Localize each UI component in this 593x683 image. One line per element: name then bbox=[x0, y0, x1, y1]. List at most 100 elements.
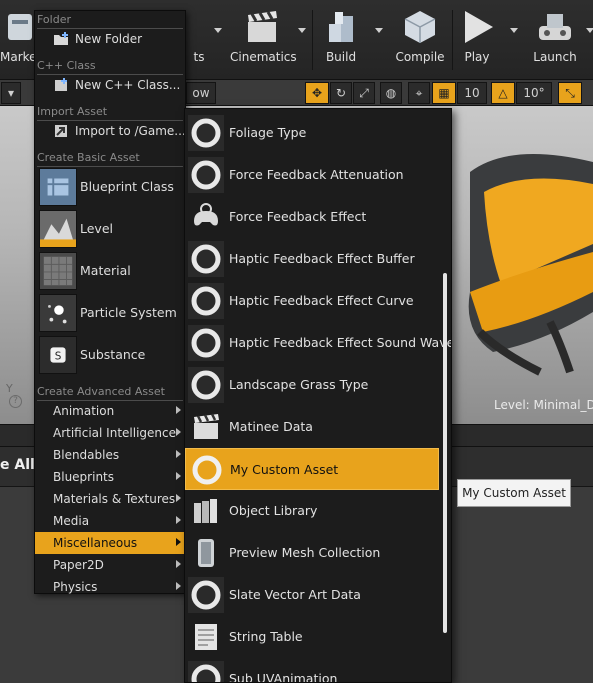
submenu-item-landscape-grass-type[interactable]: Landscape Grass Type bbox=[185, 364, 439, 406]
toolbar-divider bbox=[312, 10, 313, 70]
launch-label: Launch bbox=[533, 50, 577, 64]
chevron-right-icon bbox=[176, 472, 181, 480]
compile-button[interactable]: Compile bbox=[392, 6, 448, 74]
advanced-item-label: Animation bbox=[53, 404, 115, 418]
advanced-item-physics[interactable]: Physics bbox=[35, 576, 185, 598]
advanced-item-materials-textures[interactable]: Materials & Textures bbox=[35, 488, 185, 510]
advanced-item-paper2d[interactable]: Paper2D bbox=[35, 554, 185, 576]
submenu-item-label: Force Feedback Effect bbox=[229, 209, 367, 224]
save-all-button[interactable]: e All bbox=[0, 457, 35, 473]
advanced-item-label: Materials & Textures bbox=[53, 492, 176, 506]
grid-snap-icon[interactable]: ▦ bbox=[432, 82, 456, 104]
submenu-item-label: Force Feedback Attenuation bbox=[229, 167, 404, 182]
rotation-snap-icon[interactable]: △ bbox=[491, 82, 515, 104]
clapperboard-icon bbox=[248, 11, 277, 42]
basic-item-blueprint-class[interactable]: Blueprint Class bbox=[35, 167, 185, 209]
new-folder-item[interactable]: New Folder bbox=[35, 28, 185, 50]
submenu-item-matinee-data[interactable]: Matinee Data bbox=[185, 406, 439, 448]
lounge-chair-mesh bbox=[468, 154, 593, 376]
play-button[interactable]: Play bbox=[456, 6, 498, 74]
submenu-item-label: Object Library bbox=[229, 503, 318, 518]
submenu-item-my-custom-asset[interactable]: My Custom Asset bbox=[185, 448, 439, 490]
grid-snap-value[interactable]: 10 bbox=[457, 82, 487, 104]
advanced-item-miscellaneous[interactable]: Miscellaneous bbox=[35, 532, 185, 554]
toolbar-partial-button[interactable]: ts bbox=[186, 6, 212, 74]
object-library-icon bbox=[188, 493, 224, 529]
scale-snap-icon[interactable]: ⤡ bbox=[558, 82, 582, 104]
ring-icon bbox=[188, 325, 224, 361]
basic-item-label: Level bbox=[80, 221, 113, 236]
chevron-down-icon[interactable] bbox=[586, 28, 593, 33]
chevron-down-icon[interactable] bbox=[298, 28, 306, 33]
advanced-item-label: Artificial Intelligence bbox=[53, 426, 176, 440]
basic-item-material[interactable]: Material bbox=[35, 251, 185, 293]
section-header-advanced: Create Advanced Asset bbox=[37, 385, 165, 398]
submenu-item-haptic-feedback-effect-sound-wave[interactable]: Haptic Feedback Effect Sound Wave bbox=[185, 322, 451, 364]
submenu-item-haptic-feedback-effect-buffer[interactable]: Haptic Feedback Effect Buffer bbox=[185, 238, 439, 280]
submenu-item-slate-vector-art-data[interactable]: Slate Vector Art Data bbox=[185, 574, 439, 616]
section-header-import: Import Asset bbox=[37, 105, 108, 118]
launch-button[interactable]: Launch bbox=[528, 6, 582, 74]
basic-item-label: Blueprint Class bbox=[80, 179, 174, 194]
import-icon bbox=[55, 125, 67, 137]
ring-icon bbox=[188, 241, 224, 277]
build-button[interactable]: Build bbox=[318, 6, 364, 74]
ring-icon bbox=[188, 661, 224, 682]
new-folder-label: New Folder bbox=[75, 32, 143, 46]
new-cpp-class-item[interactable]: New C++ Class... bbox=[35, 74, 185, 96]
submenu-item-object-library[interactable]: Object Library bbox=[185, 490, 439, 532]
submenu-item-preview-mesh-collection[interactable]: Preview Mesh Collection bbox=[185, 532, 439, 574]
chevron-right-icon bbox=[176, 516, 181, 524]
show-button[interactable]: ow bbox=[186, 82, 216, 104]
chevron-down-icon[interactable] bbox=[510, 28, 518, 33]
advanced-item-label: Miscellaneous bbox=[53, 536, 138, 550]
rotate-icon[interactable]: ↻ bbox=[330, 82, 352, 104]
marketplace-button[interactable]: Market bbox=[0, 6, 41, 74]
basic-item-label: Material bbox=[80, 263, 131, 278]
advanced-item-label: Blueprints bbox=[53, 470, 115, 484]
translate-icon[interactable]: ✥ bbox=[305, 82, 329, 104]
submenu-item-label: Landscape Grass Type bbox=[229, 377, 369, 392]
submenu-item-haptic-feedback-effect-curve[interactable]: Haptic Feedback Effect Curve bbox=[185, 280, 439, 322]
rotation-snap-value[interactable]: 10° bbox=[516, 82, 552, 104]
new-folder-icon bbox=[54, 32, 68, 45]
ring-icon bbox=[188, 283, 224, 319]
advanced-item-animation[interactable]: Animation bbox=[35, 400, 185, 422]
world-space-icon[interactable]: ◍ bbox=[380, 82, 402, 104]
scale-icon[interactable]: ⤢ bbox=[353, 82, 375, 104]
basic-item-level[interactable]: Level bbox=[35, 209, 185, 251]
ring-icon bbox=[189, 452, 225, 488]
surface-snap-icon[interactable]: ⌖ bbox=[408, 82, 430, 104]
miscellaneous-submenu: Foliage Type Force Feedback Attenuation … bbox=[184, 108, 452, 683]
advanced-item-blueprints[interactable]: Blueprints bbox=[35, 466, 185, 488]
chevron-down-icon[interactable] bbox=[375, 28, 383, 33]
submenu-scrollbar[interactable] bbox=[443, 273, 447, 633]
play-label: Play bbox=[464, 50, 490, 64]
chevron-right-icon bbox=[176, 538, 181, 546]
import-item[interactable]: Import to /Game... bbox=[35, 120, 186, 142]
submenu-item-force-feedback-effect[interactable]: Force Feedback Effect bbox=[185, 196, 439, 238]
ring-icon bbox=[188, 115, 224, 151]
submenu-item-string-table[interactable]: String Table bbox=[185, 616, 439, 658]
submenu-item-sub-uvanimation[interactable]: Sub UVAnimation bbox=[185, 658, 439, 682]
chevron-down-icon[interactable] bbox=[214, 28, 222, 33]
advanced-item-media[interactable]: Media bbox=[35, 510, 185, 532]
submenu-item-label: My Custom Asset bbox=[230, 462, 339, 477]
advanced-item-blendables[interactable]: Blendables bbox=[35, 444, 185, 466]
cpp-class-icon bbox=[55, 78, 67, 91]
viewport-options-button[interactable]: ▾ bbox=[1, 82, 21, 104]
basic-item-particle-system[interactable]: Particle System bbox=[35, 293, 185, 335]
submenu-item-foliage-type[interactable]: Foliage Type bbox=[185, 112, 439, 154]
submenu-item-force-feedback-attenuation[interactable]: Force Feedback Attenuation bbox=[185, 154, 439, 196]
chevron-right-icon bbox=[176, 560, 181, 568]
cinematics-button[interactable]: Cinematics bbox=[230, 6, 297, 74]
submenu-item-label: String Table bbox=[229, 629, 303, 644]
help-icon[interactable]: ? bbox=[9, 395, 22, 408]
mesh-collection-icon bbox=[188, 535, 224, 571]
launch-icon bbox=[539, 14, 571, 40]
ring-icon bbox=[188, 577, 224, 613]
build-label: Build bbox=[325, 50, 357, 64]
basic-item-substance[interactable]: S Substance bbox=[35, 335, 185, 377]
advanced-item-artificial-intelligence[interactable]: Artificial Intelligence bbox=[35, 422, 185, 444]
cinematics-label: Cinematics bbox=[230, 50, 297, 64]
